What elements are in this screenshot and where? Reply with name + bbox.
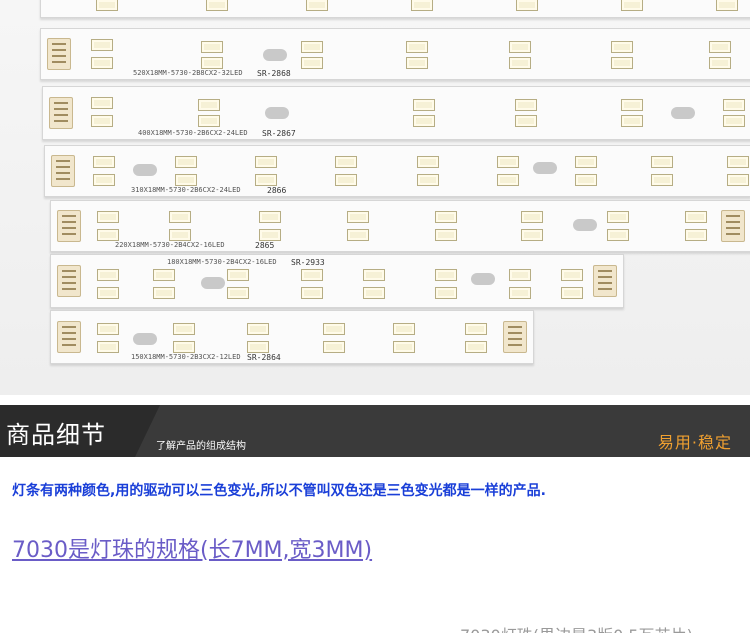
strip-code: SR-2933 [291, 258, 325, 267]
strip-code: SR-2867 [262, 129, 296, 138]
product-detail-page: 520X18MM-5730-2B8CX2-32LED SR-2868 400X1… [0, 0, 750, 633]
led-strips-photo: 520X18MM-5730-2B8CX2-32LED SR-2868 400X1… [0, 0, 750, 395]
strip-code: 2865 [255, 241, 275, 250]
strip-label: 220X18MM-5730-2B4CX2-16LED [115, 241, 225, 249]
strip-label: 400X18MM-5730-2B6CX2-24LED [138, 129, 248, 137]
strip-label: 150X18MM-5730-2B3CX2-12LED [131, 353, 241, 361]
connector [721, 210, 745, 242]
led-strip-400: 400X18MM-5730-2B6CX2-24LED SR-2867 [42, 86, 750, 140]
strip-code: SR-2864 [247, 353, 281, 362]
connector [57, 265, 81, 297]
led-strip-180: 180X18MM-5730-2B4CX2-16LED SR-2933 [50, 254, 624, 308]
strip-label: 310X18MM-5730-2B6CX2-24LED [131, 186, 241, 194]
connector [593, 265, 617, 297]
led-strip-220: 220X18MM-5730-2B4CX2-16LED 2865 [50, 200, 750, 252]
connector [49, 97, 73, 129]
section-header-bar: 商品细节 了解产品的组成结构 易用·稳定 [0, 405, 750, 457]
connector [57, 321, 81, 353]
spec-cut-text: 7030灯珠(果边是3版0.5瓦芯片) [460, 622, 693, 633]
strip-code: 2866 [267, 186, 287, 195]
connector [51, 155, 75, 187]
led-strip-150: 150X18MM-5730-2B3CX2-12LED SR-2864 [50, 310, 534, 364]
led-strip-310: 310X18MM-5730-2B6CX2-24LED 2866 [44, 145, 750, 197]
led-strip-520: 520X18MM-5730-2B8CX2-32LED SR-2868 [40, 28, 750, 80]
strip-code: SR-2868 [257, 69, 291, 78]
led-strip-top-partial [40, 0, 750, 18]
connector [47, 38, 71, 70]
section-title: 商品细节 [6, 421, 106, 449]
section-subtitle: 了解产品的组成结构 [156, 441, 246, 452]
section-right-text: 易用·稳定 [657, 433, 732, 452]
product-note: 灯条有两种颜色,用的驱动可以三色变光,所以不管叫双色还是三色变光都是一样的产品. [12, 483, 546, 499]
connector [503, 321, 527, 353]
strip-label: 180X18MM-5730-2B4CX2-16LED [167, 258, 277, 266]
spec-text: 7030是灯珠的规格(长7MM,宽3MM) [12, 538, 373, 563]
strip-label: 520X18MM-5730-2B8CX2-32LED [133, 69, 243, 77]
connector [57, 210, 81, 242]
